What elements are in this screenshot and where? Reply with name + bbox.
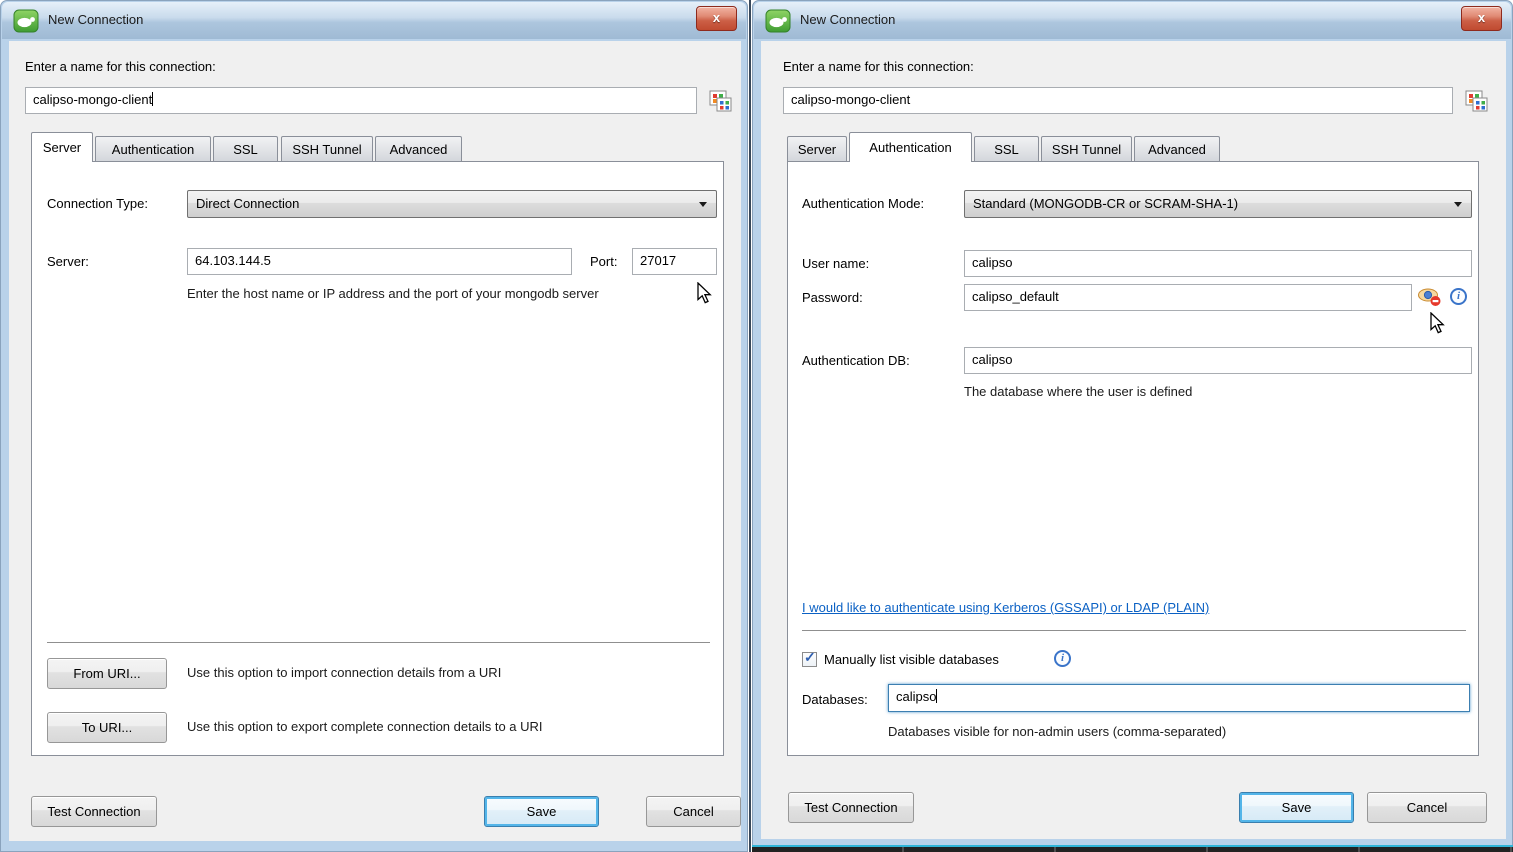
to-uri-button[interactable]: To URI... bbox=[47, 712, 167, 743]
tab-server[interactable]: Server bbox=[787, 136, 847, 162]
tab-ssh-tunnel[interactable]: SSH Tunnel bbox=[281, 136, 373, 162]
robomongo-app-icon bbox=[13, 9, 39, 33]
chevron-down-icon bbox=[699, 202, 707, 207]
manually-list-databases-checkbox[interactable]: ✓ bbox=[802, 652, 817, 667]
window-title: New Connection bbox=[48, 12, 143, 27]
toggle-password-visibility-button[interactable] bbox=[1417, 287, 1442, 312]
mouse-cursor bbox=[1430, 312, 1446, 334]
tab-advanced[interactable]: Advanced bbox=[1134, 136, 1220, 162]
connection-color-button[interactable] bbox=[1463, 89, 1491, 119]
manually-list-databases-label: Manually list visible databases bbox=[824, 652, 999, 667]
username-label: User name: bbox=[802, 256, 869, 271]
close-icon: x bbox=[713, 10, 720, 25]
server-address-value: 64.103.144.5 bbox=[195, 253, 271, 268]
connection-name-value: calipso-mongo-client bbox=[33, 92, 152, 107]
chevron-down-icon bbox=[1454, 202, 1462, 207]
save-button[interactable]: Save bbox=[1239, 792, 1354, 823]
connection-type-label: Connection Type: bbox=[47, 196, 148, 211]
connection-name-value: calipso-mongo-client bbox=[791, 92, 910, 107]
from-uri-hint: Use this option to import connection det… bbox=[187, 665, 501, 680]
password-info-icon[interactable]: i bbox=[1450, 288, 1467, 305]
auth-db-hint: The database where the user is defined bbox=[964, 384, 1192, 399]
text-caret bbox=[152, 92, 153, 106]
color-records-icon bbox=[1463, 89, 1491, 114]
cancel-button[interactable]: Cancel bbox=[646, 796, 741, 827]
check-icon: ✓ bbox=[804, 649, 816, 666]
auth-db-input[interactable]: calipso bbox=[964, 347, 1472, 374]
databases-input[interactable]: calipso bbox=[888, 684, 1470, 712]
tab-authentication[interactable]: Authentication bbox=[849, 132, 972, 162]
connection-type-value: Direct Connection bbox=[196, 196, 299, 211]
auth-mode-select[interactable]: Standard (MONGODB-CR or SCRAM-SHA-1) bbox=[964, 190, 1472, 218]
server-address-input[interactable]: 64.103.144.5 bbox=[187, 248, 572, 275]
connection-type-select[interactable]: Direct Connection bbox=[187, 190, 717, 218]
password-input[interactable]: calipso_default bbox=[964, 284, 1412, 311]
text-caret bbox=[936, 689, 937, 703]
databases-label: Databases: bbox=[802, 692, 868, 707]
password-value: calipso_default bbox=[972, 289, 1059, 304]
kerberos-ldap-link[interactable]: I would like to authenticate using Kerbe… bbox=[802, 600, 1209, 615]
server-label: Server: bbox=[47, 254, 89, 269]
desktop: New Connection x Enter a name for this c… bbox=[0, 0, 1513, 852]
connection-name-label: Enter a name for this connection: bbox=[783, 59, 974, 74]
tab-ssl[interactable]: SSL bbox=[213, 136, 278, 162]
close-icon: x bbox=[1478, 10, 1485, 25]
tab-ssl[interactable]: SSL bbox=[974, 136, 1039, 162]
close-button[interactable]: x bbox=[696, 6, 737, 31]
server-tab-panel: Connection Type: Direct Connection Serve… bbox=[31, 161, 724, 756]
to-uri-hint: Use this option to export complete conne… bbox=[187, 719, 543, 734]
test-connection-button[interactable]: Test Connection bbox=[788, 792, 914, 823]
port-value: 27017 bbox=[640, 253, 676, 268]
username-value: calipso bbox=[972, 255, 1012, 270]
auth-db-label: Authentication DB: bbox=[802, 353, 910, 368]
auth-mode-value: Standard (MONGODB-CR or SCRAM-SHA-1) bbox=[973, 196, 1238, 211]
background-window-strip bbox=[752, 845, 1513, 852]
window-title: New Connection bbox=[800, 12, 895, 27]
auth-mode-label: Authentication Mode: bbox=[802, 196, 924, 211]
titlebar[interactable]: New Connection x bbox=[2, 2, 746, 39]
tab-ssh-tunnel[interactable]: SSH Tunnel bbox=[1041, 136, 1132, 162]
color-records-icon bbox=[707, 89, 735, 114]
save-button[interactable]: Save bbox=[484, 796, 599, 827]
cancel-button[interactable]: Cancel bbox=[1367, 792, 1487, 823]
titlebar[interactable]: New Connection x bbox=[754, 2, 1511, 39]
connection-name-input[interactable]: calipso-mongo-client bbox=[25, 87, 697, 114]
test-connection-button[interactable]: Test Connection bbox=[31, 796, 157, 827]
password-label: Password: bbox=[802, 290, 863, 305]
new-connection-dialog-server: New Connection x Enter a name for this c… bbox=[0, 0, 748, 852]
tab-advanced[interactable]: Advanced bbox=[375, 136, 462, 162]
tab-authentication[interactable]: Authentication bbox=[95, 136, 211, 162]
databases-info-icon[interactable]: i bbox=[1054, 650, 1071, 667]
close-button[interactable]: x bbox=[1461, 6, 1502, 31]
auth-db-value: calipso bbox=[972, 352, 1012, 367]
server-hint: Enter the host name or IP address and th… bbox=[187, 286, 599, 301]
robomongo-app-icon bbox=[765, 9, 791, 33]
databases-value: calipso bbox=[896, 689, 936, 704]
dialog-body: Enter a name for this connection: calips… bbox=[761, 41, 1506, 839]
connection-color-button[interactable] bbox=[707, 89, 735, 119]
divider bbox=[47, 642, 710, 643]
window-edge-separator bbox=[749, 0, 751, 852]
connection-name-label: Enter a name for this connection: bbox=[25, 59, 216, 74]
connection-name-input[interactable]: calipso-mongo-client bbox=[783, 87, 1453, 114]
tab-server[interactable]: Server bbox=[31, 132, 93, 162]
from-uri-button[interactable]: From URI... bbox=[47, 658, 167, 689]
divider bbox=[802, 630, 1466, 631]
port-label: Port: bbox=[590, 254, 617, 269]
dialog-body: Enter a name for this connection: calips… bbox=[9, 41, 741, 841]
port-input[interactable]: 27017 bbox=[632, 248, 717, 275]
mouse-cursor bbox=[697, 282, 713, 304]
databases-hint: Databases visible for non-admin users (c… bbox=[888, 724, 1226, 739]
new-connection-dialog-authentication: New Connection x Enter a name for this c… bbox=[752, 0, 1513, 852]
authentication-tab-panel: Authentication Mode: Standard (MONGODB-C… bbox=[787, 161, 1479, 756]
eye-hide-icon bbox=[1417, 287, 1442, 307]
username-input[interactable]: calipso bbox=[964, 250, 1472, 277]
